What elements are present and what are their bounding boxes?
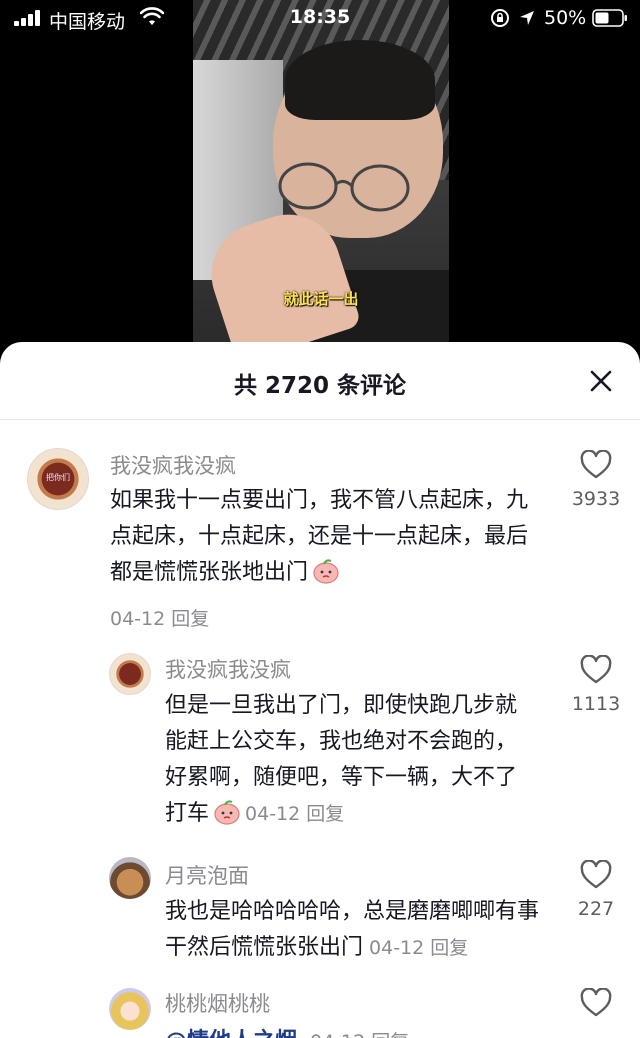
location-icon — [520, 11, 534, 25]
like-button[interactable] — [561, 988, 631, 1018]
like-count: 3933 — [571, 488, 621, 510]
comment-date: 04-12 — [110, 608, 166, 630]
comment-username[interactable]: 月亮泡面 — [165, 860, 249, 890]
comment-count-title: 共 2720 条评论 — [233, 373, 407, 399]
reply-button[interactable]: 回复 — [371, 1031, 409, 1038]
comment-username[interactable]: 桃桃烟桃桃 — [165, 988, 270, 1018]
like-count: 1113 — [571, 693, 621, 715]
comment-username[interactable]: 我没疯我没疯 — [110, 450, 236, 480]
reply-button[interactable]: 回复 — [306, 803, 344, 825]
peach-emoji-icon — [313, 559, 339, 584]
comment-meta: 04-12回复 — [110, 604, 209, 631]
like-button[interactable]: 3933 — [561, 450, 631, 510]
reply-button[interactable]: 回复 — [430, 937, 468, 959]
glasses — [278, 162, 410, 212]
comment-meta: 04-12 回复 — [310, 1031, 409, 1038]
avatar[interactable] — [109, 988, 151, 1030]
comments-sheet: 共 2720 条评论 把你们 我没疯我没疯 如果我十一点要出门，我不管八点起床，… — [0, 342, 640, 1038]
mention-link[interactable]: @情他人之烟 — [165, 1029, 297, 1038]
heart-icon — [580, 988, 612, 1017]
status-bar: 中国移动 18:35 50% — [0, 0, 640, 36]
avatar[interactable] — [109, 653, 151, 695]
like-button[interactable]: 227 — [561, 860, 631, 920]
comment-text: 但是一旦我出了门，即使快跑几步就能赶上公交车，我也绝对不会跑的，好累啊，随便吧，… — [165, 693, 518, 826]
battery-icon — [592, 9, 627, 27]
video-subtitle: 就此话一出 — [283, 290, 359, 308]
avatar[interactable] — [109, 857, 151, 899]
comment-meta: 04-12回复 — [369, 937, 468, 959]
like-button[interactable]: 1113 — [561, 655, 631, 715]
comment-text: @情他人之烟 04-12 回复 — [165, 1023, 409, 1038]
like-count: 227 — [577, 898, 615, 920]
comment-username[interactable]: 我没疯我没疯 — [165, 654, 291, 684]
heart-icon — [580, 860, 612, 889]
orientation-lock-icon — [491, 9, 509, 27]
heart-icon — [580, 450, 612, 479]
comment-text: 我也是哈哈哈哈哈，总是磨磨唧唧有事干然后慌慌张张出门 04-12 回复 — [165, 899, 540, 960]
close-icon[interactable] — [588, 368, 614, 394]
peach-emoji-icon — [214, 800, 240, 825]
avatar[interactable]: 把你们 — [27, 448, 89, 510]
comment-text: 如果我十一点要出门，我不管八点起床，九点起床，十点起床，还是十一点起床，最后都是… — [110, 488, 529, 585]
comments-header: 共 2720 条评论 — [0, 342, 640, 420]
video-player[interactable]: 就此话一出 — [193, 0, 449, 344]
reply-button[interactable]: 回复 — [171, 608, 209, 630]
reply-item: 桃桃烟桃桃 @情他人之烟 04-12回复 — [0, 342, 640, 1038]
comment-date: 04-12 — [369, 937, 425, 959]
comment-meta: 04-12回复 — [245, 803, 344, 825]
heart-icon — [580, 655, 612, 684]
battery-percentage: 50% — [544, 7, 587, 29]
comment-date: 04-12 — [310, 1031, 365, 1038]
comment-date: 04-12 — [245, 803, 301, 825]
